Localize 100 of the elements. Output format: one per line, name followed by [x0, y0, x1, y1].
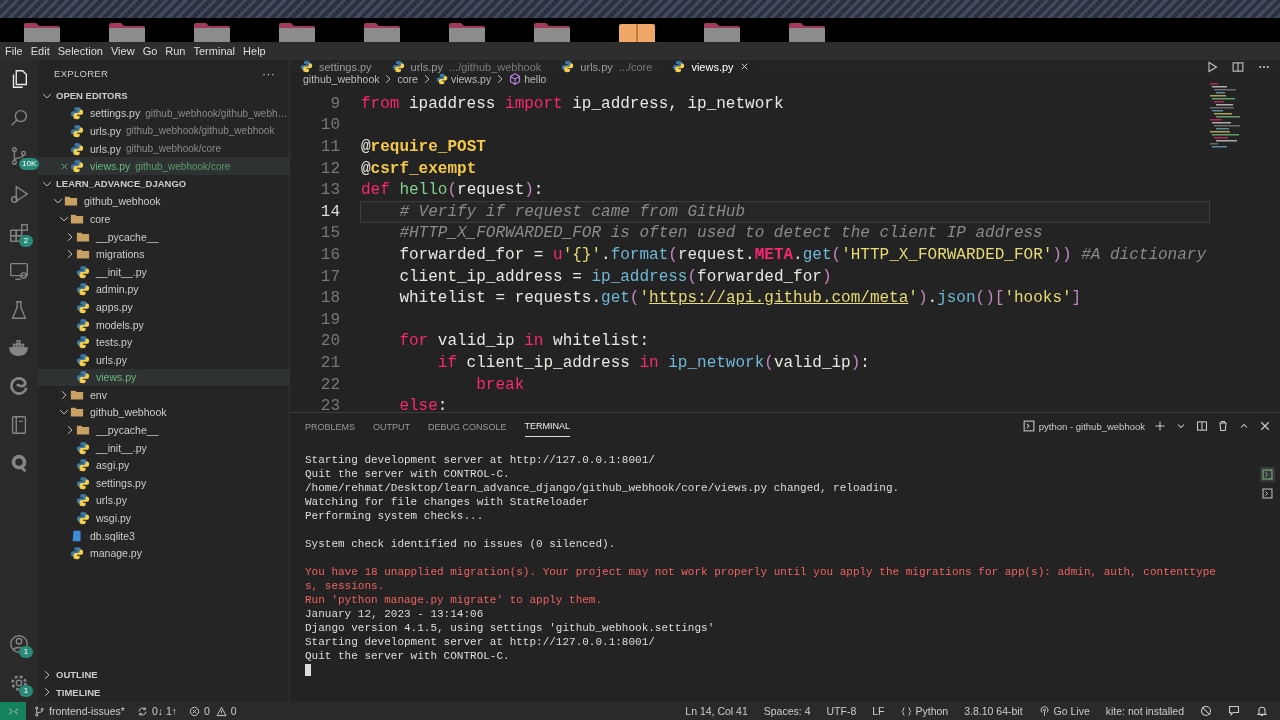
plus-icon[interactable]: [1154, 420, 1166, 432]
status-item[interactable]: UTF-8: [818, 702, 865, 720]
status-item[interactable]: kite: not installed: [1097, 702, 1192, 720]
line-number: 9: [329, 94, 341, 113]
monitor-icon[interactable]: [8, 260, 30, 283]
terminal-icon[interactable]: [1261, 488, 1273, 499]
terminal-line: s, sessions.: [305, 579, 386, 593]
terminal-line: Performing system checks...: [305, 509, 485, 523]
python-file-icon: [70, 124, 84, 138]
file-tree-item[interactable]: apps.py: [38, 298, 289, 316]
terminal-line: You have 18 unapplied migration(s). Your project may not work properly until you apply the migrations for app(s): admin, auth, contenttype: [305, 565, 1217, 579]
code-line: else:: [398, 396, 449, 417]
line-number: 20: [319, 332, 341, 351]
warning-count[interactable]: 0: [209, 702, 243, 720]
file-tree-item[interactable]: urls.py: [38, 350, 289, 369]
split-terminal-icon[interactable]: [1196, 420, 1208, 432]
editor-tab[interactable]: urls.py .../core: [551, 60, 663, 73]
chevron-icon: [59, 389, 69, 400]
menu-item[interactable]: File: [4, 45, 24, 57]
file-tree-item[interactable]: admin.py: [38, 280, 289, 299]
file-tree-item[interactable]: wsgi.py: [38, 509, 289, 527]
section-header[interactable]: OPEN EDITORS: [38, 87, 289, 105]
menu-item[interactable]: Selection: [56, 45, 104, 57]
section-header[interactable]: TIMELINE: [38, 683, 289, 701]
status-item[interactable]: 3.8.10 64-bit: [956, 702, 1031, 720]
file-tree-item[interactable]: __pycache__: [38, 227, 289, 246]
file-tree-item[interactable]: urls.py: [38, 491, 289, 510]
menu-item[interactable]: Run: [164, 45, 187, 57]
panel-tab[interactable]: PROBLEMS: [305, 415, 355, 437]
section-header[interactable]: LEARN_ADVANCE_DJANGO: [38, 174, 289, 193]
terminal-line: /home/rehmat/Desktop/learn_advance_django/github_webhook/core/views.py changed, reloading.: [305, 481, 901, 495]
error-icon: [189, 705, 200, 717]
branch-status[interactable]: frontend-issues*: [26, 702, 131, 720]
language-mode[interactable]: Python: [892, 702, 957, 720]
line-number: 16: [319, 245, 341, 264]
close-icon[interactable]: [1259, 420, 1271, 432]
chevron-icon: [65, 231, 75, 242]
status-item[interactable]: Spaces: 4: [755, 702, 819, 720]
extensions-icon[interactable]: [8, 221, 30, 244]
file-tree-item[interactable]: env: [38, 386, 289, 404]
feedback-icon[interactable]: [1228, 705, 1240, 717]
more-actions-button[interactable]: ···: [262, 66, 275, 81]
sync-status[interactable]: 0↓ 1↑: [130, 702, 183, 720]
panel-tab[interactable]: DEBUG CONSOLE: [428, 415, 507, 437]
file-tree-item[interactable]: core: [38, 210, 289, 228]
editor-tab[interactable]: settings.py: [290, 60, 382, 73]
terminal-line: Run 'python manage.py migrate' to apply them.: [305, 593, 604, 607]
menu-item[interactable]: Go: [141, 45, 159, 57]
split-editor-icon[interactable]: [1232, 60, 1244, 73]
code-line: if client_ip_address in ip_network(valid_ip):: [436, 352, 871, 373]
sidebar-title: EXPLORER: [54, 68, 109, 79]
open-editor-item[interactable]: settings.py github_webhook/github_webh…: [38, 104, 289, 123]
menu-item[interactable]: Terminal: [192, 45, 237, 57]
breadcrumb[interactable]: views.py: [435, 73, 492, 85]
file-tree-item[interactable]: models.py: [38, 315, 289, 334]
panel-tab[interactable]: OUTPUT: [373, 415, 410, 437]
file-tree-item[interactable]: migrations: [38, 245, 289, 263]
file-tree-item[interactable]: __pycache__: [38, 421, 289, 439]
error-count[interactable]: 0: [183, 702, 210, 720]
trash-icon[interactable]: [1217, 420, 1229, 432]
file-tree-item[interactable]: manage.py: [38, 544, 289, 563]
breadcrumb[interactable]: hello: [509, 73, 547, 85]
status-item[interactable]: Ln 14, Col 41: [677, 702, 756, 720]
bell-icon[interactable]: [1256, 705, 1268, 717]
sync-icon: [136, 705, 148, 717]
file-path: github_webhook/github_webhook: [125, 125, 275, 137]
terminal-icon[interactable]: [1261, 469, 1273, 480]
open-editor-item[interactable]: views.py github_webhook/core: [38, 157, 289, 175]
menu-item[interactable]: View: [109, 45, 136, 57]
file-tree-item[interactable]: settings.py: [38, 474, 289, 492]
run-debug-icon[interactable]: [8, 183, 30, 206]
open-editor-item[interactable]: urls.py github_webhook/github_webhook: [38, 122, 289, 140]
open-editor-item[interactable]: urls.py github_webhook/core: [38, 139, 289, 158]
file-tree-item[interactable]: asgi.py: [38, 456, 289, 475]
menu-item[interactable]: Edit: [29, 45, 51, 57]
breadcrumb[interactable]: github_webhook: [303, 73, 380, 85]
line-number: 13: [319, 181, 341, 200]
go-live-button[interactable]: Go Live: [1030, 702, 1098, 720]
panel-tab[interactable]: TERMINAL: [524, 415, 571, 437]
menu-item[interactable]: Help: [242, 45, 267, 57]
python-file-icon: [391, 60, 405, 73]
run-icon[interactable]: [1206, 60, 1218, 73]
file-tree-item[interactable]: tests.py: [38, 333, 289, 351]
file-tree-item[interactable]: github_webhook: [38, 192, 289, 211]
status-item[interactable]: LF: [864, 702, 893, 720]
notification-badge: 10K: [19, 157, 40, 170]
file-tree-item[interactable]: __init__.py: [38, 438, 289, 457]
editor-tab[interactable]: urls.py .../github_webhook: [381, 60, 552, 73]
file-tree-item[interactable]: github_webhook: [38, 403, 289, 422]
section-title: OPEN EDITORS: [56, 90, 128, 102]
section-header[interactable]: OUTLINE: [38, 665, 289, 684]
notification-badge: 2: [19, 234, 33, 247]
swirl-icon[interactable]: [8, 375, 30, 398]
file-tree-item[interactable]: __init__.py: [38, 262, 289, 281]
breadcrumb[interactable]: core: [397, 73, 418, 85]
close-icon[interactable]: [59, 161, 69, 171]
file-tree-item[interactable]: views.py: [38, 368, 289, 387]
terminal-selector[interactable]: python - github_webhook: [1022, 420, 1145, 432]
file-tree-item[interactable]: db.sqlite3: [38, 526, 289, 545]
line-number: 18: [319, 289, 341, 308]
